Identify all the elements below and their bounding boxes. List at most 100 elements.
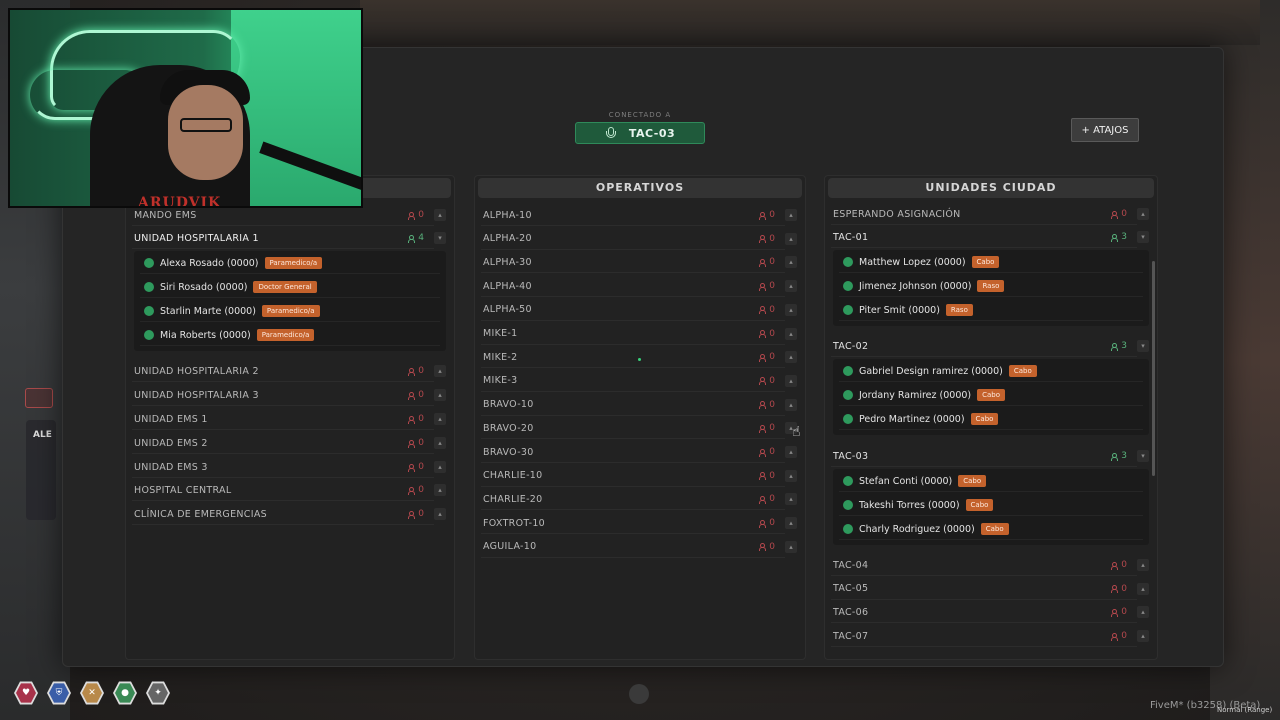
chevron-up-icon[interactable]: ▴ — [785, 209, 797, 221]
channel-row[interactable]: ALPHA-30 0 ▴ — [475, 251, 805, 274]
member-count: 0 — [404, 210, 424, 220]
chevron-up-icon[interactable]: ▴ — [434, 209, 446, 221]
rank-badge: Cabo — [977, 389, 1006, 401]
member-count: 0 — [1107, 607, 1127, 617]
chevron-up-icon[interactable]: ▴ — [1137, 630, 1149, 643]
chevron-up-icon[interactable]: ▴ — [785, 232, 797, 245]
chevron-up-icon[interactable]: ▴ — [785, 446, 797, 458]
channel-row[interactable]: CLÍNICA DE EMERGENCIAS 0 ▴ — [126, 503, 454, 525]
channel-row[interactable]: MIKE-1 0 ▴ — [475, 323, 805, 345]
channel-row[interactable]: FOXTROT-10 0 ▴ — [475, 512, 805, 535]
channel-row[interactable]: ALPHA-10 0 ▴ — [475, 204, 805, 226]
chevron-up-icon[interactable]: ▴ — [785, 398, 797, 411]
channel-row[interactable]: UNIDAD HOSPITALARIA 1 4 ▾ — [126, 227, 454, 249]
person-icon — [759, 448, 767, 457]
member-count-value: 0 — [769, 328, 775, 339]
channel-row[interactable]: UNIDAD HOSPITALARIA 2 0 ▴ — [126, 360, 454, 382]
channel-row[interactable]: TAC-04 0 ▴ — [825, 554, 1157, 576]
chevron-up-icon[interactable]: ▴ — [434, 437, 446, 449]
atajos-button[interactable]: + ATAJOS — [1071, 118, 1139, 142]
rank-badge: Cabo — [970, 413, 999, 425]
chevron-up-icon[interactable]: ▴ — [434, 413, 446, 425]
member-count: 0 — [404, 509, 424, 519]
member-row[interactable]: Piter Smit (0000) Raso — [839, 300, 1143, 321]
chevron-down-icon[interactable]: ▾ — [434, 232, 446, 244]
chevron-up-icon[interactable]: ▴ — [785, 540, 797, 553]
chevron-up-icon[interactable]: ▴ — [785, 303, 797, 316]
chevron-up-icon[interactable]: ▴ — [785, 374, 797, 387]
channel-row[interactable]: ALPHA-50 0 ▴ — [475, 299, 805, 321]
chevron-up-icon[interactable]: ▴ — [1137, 208, 1149, 220]
channel-row[interactable]: UNIDAD HOSPITALARIA 3 0 ▴ — [126, 384, 454, 406]
channel-row[interactable]: CHARLIE-20 0 ▴ — [475, 488, 805, 511]
member-row[interactable]: Alexa Rosado (0000) Paramedico/a — [140, 253, 440, 274]
chevron-up-icon[interactable]: ▴ — [785, 493, 797, 506]
channel-name: TAC-07 — [833, 630, 869, 642]
person-icon — [1111, 233, 1119, 242]
channel-row[interactable]: UNIDAD EMS 1 0 ▴ — [126, 408, 454, 430]
chevron-up-icon[interactable]: ▴ — [1137, 606, 1149, 619]
channel-row[interactable]: ESPERANDO ASIGNACIÓN 0 ▴ — [825, 203, 1157, 225]
connected-channel[interactable]: TAC-03 — [575, 122, 705, 144]
chevron-up-icon[interactable]: ▴ — [785, 517, 797, 530]
chevron-down-icon[interactable]: ▾ — [1137, 231, 1149, 243]
chevron-up-icon[interactable]: ▴ — [434, 484, 446, 496]
channel-row[interactable]: ALPHA-20 0 ▴ — [475, 228, 805, 250]
channel-row[interactable]: ALPHA-40 0 ▴ — [475, 275, 805, 298]
online-status-dot — [843, 476, 853, 486]
channel-row[interactable]: UNIDAD EMS 3 0 ▴ — [126, 456, 454, 478]
chevron-up-icon[interactable]: ▴ — [785, 256, 797, 269]
chevron-up-icon[interactable]: ▴ — [434, 461, 446, 473]
channel-row[interactable]: MIKE-3 0 ▴ — [475, 370, 805, 392]
channel-name: ALPHA-50 — [483, 304, 532, 316]
member-count-value: 4 — [418, 233, 424, 243]
scrollbar[interactable] — [1152, 261, 1155, 476]
channel-row[interactable]: TAC-01 3 ▾ — [825, 226, 1157, 248]
chevron-down-icon[interactable]: ▾ — [1137, 450, 1149, 462]
member-row[interactable]: Takeshi Torres (0000) Cabo — [839, 495, 1143, 516]
stamina-status: ✦ — [146, 681, 170, 705]
chevron-up-icon[interactable]: ▴ — [434, 508, 446, 520]
chevron-up-icon[interactable]: ▴ — [434, 365, 446, 377]
channel-row[interactable]: BRAVO-20 0 ▴ — [475, 417, 805, 440]
chevron-up-icon[interactable]: ▴ — [1137, 582, 1149, 595]
operativos-header: OPERATIVOS — [478, 178, 802, 198]
member-row[interactable]: Pedro Martinez (0000) Cabo — [839, 409, 1143, 430]
channel-row[interactable]: BRAVO-10 0 ▴ — [475, 394, 805, 416]
member-count-value: 0 — [418, 509, 424, 519]
channel-row[interactable]: CHARLIE-10 0 ▴ — [475, 465, 805, 487]
channel-row[interactable]: TAC-06 0 ▴ — [825, 601, 1157, 624]
member-count-value: 0 — [769, 541, 775, 552]
channel-row[interactable]: TAC-03 3 ▾ — [825, 445, 1157, 467]
channel-name: BRAVO-30 — [483, 446, 534, 458]
channel-row[interactable]: AGUILA-10 0 ▴ — [475, 536, 805, 558]
channel-row[interactable]: TAC-02 3 ▾ — [825, 335, 1157, 357]
chevron-up-icon[interactable]: ▴ — [785, 351, 797, 364]
channel-row[interactable]: TAC-05 0 ▴ — [825, 578, 1157, 600]
channel-row[interactable]: HOSPITAL CENTRAL 0 ▴ — [126, 479, 454, 501]
member-row[interactable]: Gabriel Design ramirez (0000) Cabo — [839, 361, 1143, 382]
member-row[interactable]: Jordany Ramirez (0000) Cabo — [839, 385, 1143, 406]
channel-row[interactable]: TAC-07 0 ▴ — [825, 625, 1157, 648]
person-icon — [759, 519, 767, 528]
chevron-up-icon[interactable]: ▴ — [785, 469, 797, 482]
member-row[interactable]: Matthew Lopez (0000) Cabo — [839, 252, 1143, 273]
person-icon — [759, 377, 767, 386]
chevron-down-icon[interactable]: ▾ — [1137, 340, 1149, 352]
member-name: Jordany Ramirez (0000) — [859, 389, 972, 401]
webcam-person-glasses — [180, 118, 232, 132]
member-count-value: 0 — [769, 304, 775, 315]
member-row[interactable]: Charly Rodriguez (0000) Cabo — [839, 519, 1143, 540]
chevron-up-icon[interactable]: ▴ — [434, 389, 446, 401]
member-row[interactable]: Mia Roberts (0000) Paramedico/a — [140, 325, 440, 346]
member-row[interactable]: Stefan Conti (0000) Cabo — [839, 471, 1143, 492]
chevron-up-icon[interactable]: ▴ — [785, 327, 797, 340]
member-row[interactable]: Siri Rosado (0000) Doctor General — [140, 277, 440, 298]
member-row[interactable]: Jimenez Johnson (0000) Raso — [839, 276, 1143, 297]
channel-row[interactable]: BRAVO-30 0 ▴ — [475, 441, 805, 463]
chevron-up-icon[interactable]: ▴ — [785, 280, 797, 293]
member-row[interactable]: Starlin Marte (0000) Paramedico/a — [140, 301, 440, 322]
chevron-up-icon[interactable]: ▴ — [1137, 559, 1149, 571]
person-icon — [408, 463, 416, 472]
channel-row[interactable]: UNIDAD EMS 2 0 ▴ — [126, 432, 454, 454]
